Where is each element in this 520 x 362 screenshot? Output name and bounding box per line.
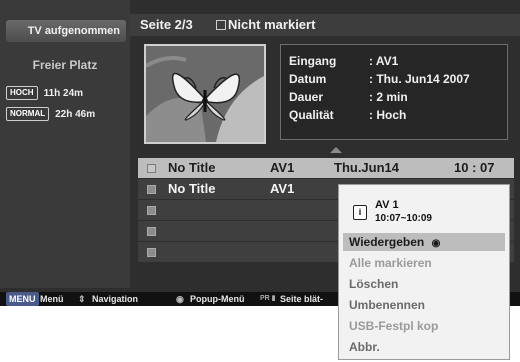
scroll-up-icon[interactable] (330, 147, 342, 153)
item-time: 10 : 07 (454, 160, 495, 175)
pr-key-icon: PR ▮ (260, 295, 276, 302)
info-key: Datum (289, 72, 327, 86)
info-row-duration: Dauer : 2 min (289, 89, 408, 105)
quality-tag: HOCH (6, 86, 38, 100)
quality-row-high: HOCH 11h 24m (6, 86, 83, 100)
tab-tv-recorded[interactable]: TV aufgenommen (6, 20, 126, 42)
info-icon: i (353, 205, 367, 220)
info-value: : Hoch (369, 108, 407, 122)
checkbox-icon[interactable] (147, 206, 156, 215)
info-key: Qualität (289, 108, 334, 122)
info-key: Dauer (289, 90, 324, 104)
item-title: No Title (168, 160, 216, 175)
quality-time: 11h 24m (43, 87, 84, 99)
quality-time: 22h 46m (55, 108, 96, 120)
ok-button-icon: ◉ (176, 294, 184, 304)
left-panel: TV aufgenommen Freier Platz HOCH 11h 24m… (0, 0, 130, 288)
butterfly-image (146, 46, 264, 142)
info-row-quality: Qualität : Hoch (289, 107, 406, 123)
menu-item-mark-all[interactable]: Alle markieren (343, 254, 505, 272)
checkbox-icon[interactable] (147, 227, 156, 236)
checkbox-icon[interactable] (147, 248, 156, 257)
menu-key-icon: MENU (6, 292, 39, 306)
mark-checkbox-icon (216, 20, 226, 30)
quality-tag: NORMAL (6, 107, 50, 121)
page-header: Seite 2/3 Nicht markiert (130, 14, 520, 36)
navigation-label: Navigation (92, 294, 139, 304)
recording-info-panel: Eingang : AV1 Datum : Thu. Jun14 2007 Da… (280, 44, 508, 140)
page-indicator: Seite 2/3 (140, 17, 193, 32)
list-item[interactable]: No Title AV1 Thu.Jun14 10 : 07 (138, 158, 514, 178)
quality-row-normal: NORMAL 22h 46m (6, 107, 95, 121)
popup-menu: i AV 1 10:07~10:09 Wiedergeben ◉ Alle ma… (338, 184, 510, 360)
info-row-input: Eingang : AV1 (289, 53, 398, 69)
checkbox-icon[interactable] (147, 164, 156, 173)
info-key: Eingang (289, 54, 337, 68)
info-row-date: Datum : Thu. Jun14 2007 (289, 71, 470, 87)
menu-item-cancel[interactable]: Abbr. (343, 338, 505, 356)
item-input: AV1 (270, 181, 295, 196)
popup-channel: AV 1 (375, 199, 399, 211)
menu-item-play[interactable]: Wiedergeben ◉ (343, 233, 505, 251)
menu-item-delete[interactable]: Löschen (343, 275, 505, 293)
ok-selector-icon: ◉ (431, 238, 441, 249)
info-value: : Thu. Jun14 2007 (369, 72, 470, 86)
popup-menu-label: Popup-Menü (190, 294, 245, 304)
checkbox-icon[interactable] (147, 185, 156, 194)
popup-header: i AV 1 10:07~10:09 (343, 189, 505, 231)
item-date: Thu.Jun14 (334, 160, 400, 175)
info-value: : AV1 (369, 54, 399, 68)
free-space-label: Freier Platz (32, 58, 98, 72)
recording-thumbnail (144, 44, 266, 144)
page-flip-label: Seite blät- (280, 294, 324, 304)
menu-item-rename[interactable]: Umbenennen (343, 296, 505, 314)
menu-item-usb-copy[interactable]: USB-Festpl kop (343, 317, 505, 335)
menu-label: Menü (40, 294, 64, 304)
popup-time-range: 10:07~10:09 (375, 213, 432, 224)
mark-status: Nicht markiert (228, 17, 316, 32)
item-input: AV1 (270, 160, 295, 175)
menu-item-label: Wiedergeben (349, 235, 425, 249)
info-value: : 2 min (369, 90, 408, 104)
updown-arrows-icon: ⇕ (78, 294, 86, 304)
item-title: No Title (168, 181, 216, 196)
